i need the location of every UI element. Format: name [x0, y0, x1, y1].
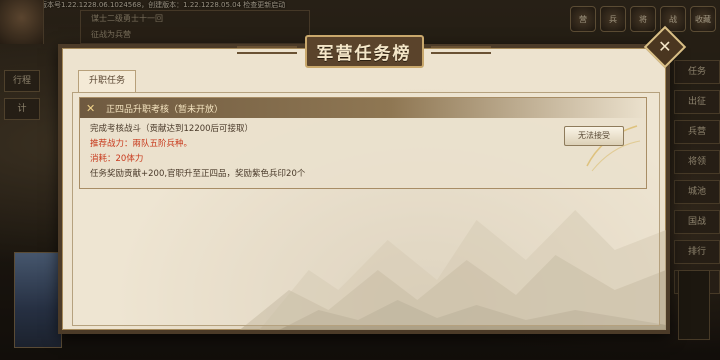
task-board-modal: 军营任务榜 ✕ 升职任务 ✕ 正四品升职考核（暂未开放） 完成考核战斗（贡献达到…: [58, 25, 687, 334]
task-card: ✕ 正四品升职考核（暂未开放） 完成考核战斗（贡献达到12200后可接取） 推荐…: [79, 97, 647, 189]
crossed-swords-icon: ✕: [86, 101, 96, 115]
title-ornament-left: [237, 46, 297, 54]
gold-swirl-decoration: [586, 125, 641, 172]
task-details: 完成考核战斗（贡献达到12200后可接取） 推荐战力：兩队五阶兵种。 消耗：20…: [80, 118, 646, 186]
accept-task-button[interactable]: 无法接受: [564, 126, 624, 146]
task-cost: 消耗：20体力: [90, 154, 144, 164]
task-recommended-power: 推荐战力：兩队五阶兵种。: [90, 139, 193, 149]
task-reward: 任务奖励贡献+200,官职升至正四品，奖励紫色兵印20个: [90, 169, 306, 179]
close-icon: ✕: [658, 37, 672, 56]
tab-promotion-tasks[interactable]: 升职任务: [78, 70, 136, 92]
modal-title: 军营任务榜: [304, 34, 424, 68]
modal-title-banner: 军营任务榜: [237, 34, 491, 68]
title-ornament-right: [431, 46, 491, 54]
task-list-area: ✕ 正四品升职考核（暂未开放） 完成考核战斗（贡献达到12200后可接取） 推荐…: [72, 92, 660, 326]
task-requirement: 完成考核战斗（贡献达到12200后可接取）: [90, 124, 254, 134]
task-header: ✕ 正四品升职考核（暂未开放）: [80, 98, 646, 118]
task-name: 正四品升职考核（暂未开放）: [106, 104, 224, 115]
